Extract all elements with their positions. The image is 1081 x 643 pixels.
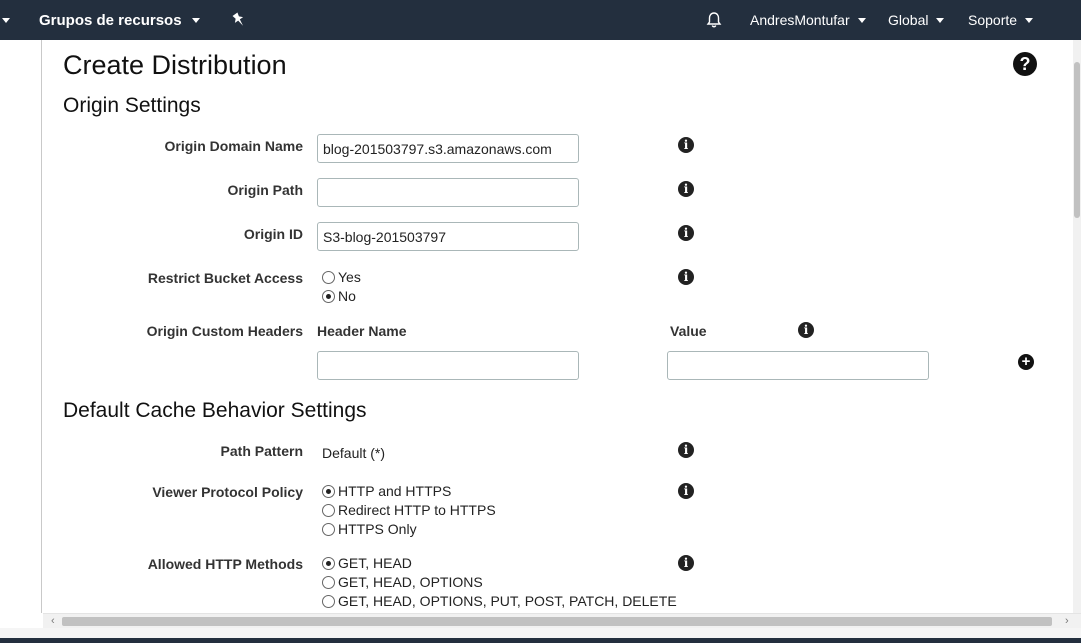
region-menu-label: Global [888,12,929,28]
vertical-scrollbar[interactable] [1073,40,1081,613]
radio-button-selected[interactable] [322,484,335,498]
methods-all-radio[interactable]: GET, HEAD, OPTIONS, PUT, POST, PATCH, DE… [322,593,677,609]
viewer-https-only-radio[interactable]: HTTPS Only [322,521,417,537]
header-name-column-heading: Header Name [317,323,407,339]
support-menu[interactable]: Soporte [968,0,1034,40]
default-cache-behavior-heading: Default Cache Behavior Settings [63,399,367,422]
restrict-no-radio[interactable]: No [322,288,356,304]
chevron-down-icon [191,17,200,23]
viewer-protocol-policy-label: Viewer Protocol Policy [152,484,303,500]
radio-button[interactable] [322,522,335,536]
scroll-right-arrow-icon[interactable]: › [1065,615,1069,627]
origin-domain-name-input[interactable] [317,134,579,163]
origin-path-input[interactable] [317,178,579,207]
top-navigation-bar: Grupos de recursos AndresMontufar Global… [0,0,1081,40]
region-menu[interactable]: Global [888,0,945,40]
info-icon[interactable]: i [798,322,814,338]
radio-button[interactable] [322,594,335,608]
origin-path-label: Origin Path [227,182,303,198]
header-name-input[interactable] [317,351,579,380]
origin-custom-headers-label: Origin Custom Headers [146,323,303,339]
info-icon[interactable]: i [678,181,694,197]
radio-label: No [338,288,356,304]
info-icon[interactable]: i [678,483,694,499]
radio-label: GET, HEAD, OPTIONS [338,574,483,590]
chevron-down-icon[interactable] [2,0,10,40]
create-distribution-form: Create Distribution ? Origin Settings Or… [43,40,1073,613]
chevron-down-icon [1025,17,1034,23]
radio-label: Yes [338,269,361,285]
info-icon[interactable]: i [678,225,694,241]
radio-button[interactable] [322,270,335,284]
methods-get-head-options-radio[interactable]: GET, HEAD, OPTIONS [322,574,483,590]
methods-get-head-radio[interactable]: GET, HEAD [322,555,412,571]
bell-icon[interactable] [705,0,723,40]
path-pattern-label: Path Pattern [220,443,303,459]
info-icon[interactable]: i [678,137,694,153]
origin-id-label: Origin ID [243,226,303,242]
origin-domain-name-label: Origin Domain Name [164,138,303,154]
help-icon[interactable]: ? [1013,52,1037,76]
value-column-heading: Value [670,323,707,339]
scrollbar-thumb[interactable] [62,617,1052,626]
radio-button[interactable] [322,575,335,589]
viewer-redirect-radio[interactable]: Redirect HTTP to HTTPS [322,502,496,518]
radio-button-selected[interactable] [322,556,335,570]
add-header-plus-icon[interactable]: + [1018,354,1034,370]
header-value-input[interactable] [667,351,929,380]
pin-icon[interactable] [232,0,246,40]
radio-label: GET, HEAD [338,555,412,571]
page-title: Create Distribution [63,50,287,80]
scroll-left-arrow-icon[interactable]: ‹ [51,615,55,627]
radio-label: HTTPS Only [338,521,417,537]
origin-id-input[interactable] [317,222,579,251]
info-icon[interactable]: i [678,555,694,571]
path-pattern-value: Default (*) [322,445,386,461]
radio-label: HTTP and HTTPS [338,483,452,499]
info-icon[interactable]: i [678,269,694,285]
support-menu-label: Soporte [968,12,1018,28]
restrict-yes-radio[interactable]: Yes [322,269,361,285]
radio-button-selected[interactable] [322,289,335,303]
footer-strip [0,638,1081,643]
left-sidebar-collapsed[interactable] [0,40,42,613]
user-menu[interactable]: AndresMontufar [750,0,866,40]
viewer-http-https-radio[interactable]: HTTP and HTTPS [322,483,451,499]
user-menu-label: AndresMontufar [750,12,850,28]
horizontal-scrollbar[interactable]: ‹ › [43,613,1081,628]
radio-label: GET, HEAD, OPTIONS, PUT, POST, PATCH, DE… [338,593,677,609]
resource-groups-menu[interactable]: Grupos de recursos [39,0,200,40]
scrollbar-thumb[interactable] [1074,62,1080,218]
origin-settings-heading: Origin Settings [63,94,201,117]
radio-label: Redirect HTTP to HTTPS [338,502,496,518]
info-icon[interactable]: i [678,442,694,458]
chevron-down-icon [936,17,945,23]
allowed-http-methods-label: Allowed HTTP Methods [147,556,303,572]
bottom-bar [0,628,1081,643]
resource-groups-label: Grupos de recursos [39,11,182,29]
chevron-down-icon [857,17,866,23]
radio-button[interactable] [322,503,335,517]
restrict-bucket-access-label: Restrict Bucket Access [147,270,303,286]
